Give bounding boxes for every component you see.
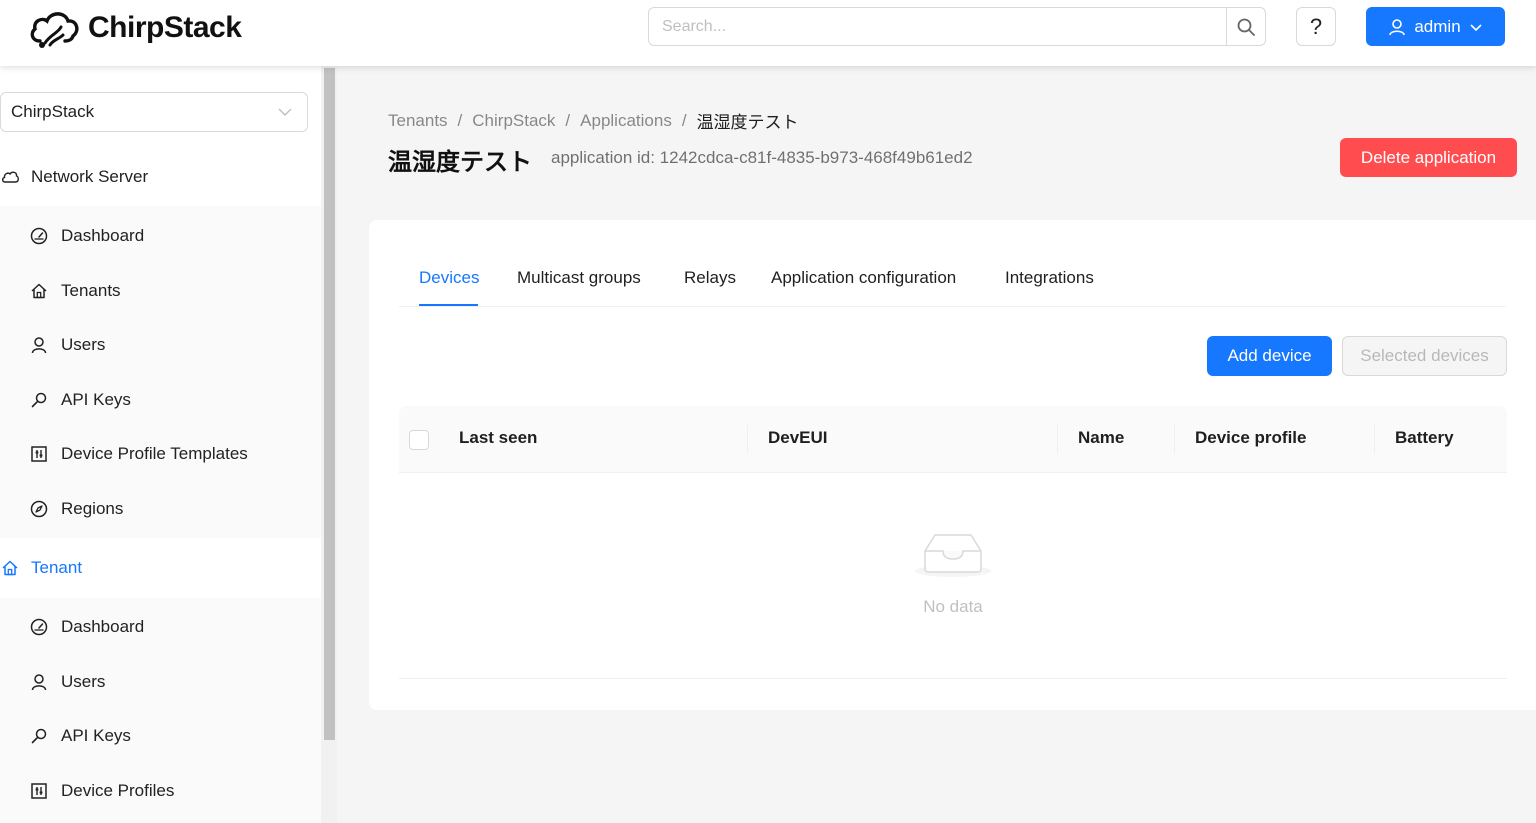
user-menu-button[interactable]: admin [1366,7,1505,46]
chevron-down-icon [1470,23,1482,31]
help-label: ? [1309,13,1323,39]
application-card: Devices Multicast groups Relays Applicat… [369,220,1536,710]
global-search [648,7,1266,46]
breadcrumb-tenants[interactable]: Tenants [388,111,448,131]
devices-table-empty: No data [399,473,1507,679]
sidebar: ChirpStack Network Server Dashboard Tena… [0,66,321,823]
cloud-icon [1,171,19,183]
help-button[interactable]: ? [1296,7,1336,46]
menu-group-label: Network Server [31,167,149,186]
user-icon [31,674,47,691]
breadcrumb-current: 温湿度テスト [696,113,799,132]
template-icon [31,446,47,462]
page-subtitle: application id: 1242cdca-c81f-4835-b973-… [551,148,973,167]
search-button[interactable] [1226,8,1265,45]
network-server-submenu: Dashboard Tenants Users API Keys Device … [0,206,321,538]
tenant-submenu: Dashboard Users API Keys Device Profiles [0,598,321,823]
column-header-last-seen[interactable]: Last seen [459,428,537,448]
selected-devices-button[interactable]: Selected devices [1342,336,1507,376]
menu-group-network-server[interactable]: Network Server [0,157,148,197]
breadcrumb-separator: / [681,110,687,130]
menu-group-tenant[interactable]: Tenant [0,548,82,588]
breadcrumb-applications[interactable]: Applications [580,111,672,131]
column-divider [747,425,748,454]
page-title: 温湿度テスト [388,149,532,176]
top-header: ChirpStack ? admin [0,0,1536,66]
sidebar-item-ns-regions[interactable]: Regions [28,494,123,524]
active-tab-indicator [419,304,478,306]
sidebar-item-tenant-users[interactable]: Users [28,667,105,697]
tenant-select[interactable]: ChirpStack [0,92,308,132]
compass-icon [30,500,48,518]
sidebar-item-tenant-dashboard[interactable]: Dashboard [28,612,144,642]
sidebar-item-label: API Keys [61,390,131,409]
home-icon [31,283,47,299]
key-icon [31,728,47,744]
search-icon [1237,18,1255,36]
sidebar-item-label: Dashboard [61,617,145,636]
template-icon [31,783,47,799]
user-icon [1389,18,1406,35]
home-icon [2,560,18,576]
sidebar-item-tenant-device-profiles[interactable]: Device Profiles [28,776,174,806]
search-input[interactable] [649,8,1226,45]
sidebar-item-ns-tenants[interactable]: Tenants [28,276,121,306]
column-header-name[interactable]: Name [1078,428,1124,448]
column-header-battery[interactable]: Battery [1395,428,1454,448]
empty-inbox-icon [915,534,991,577]
sidebar-item-label: Regions [61,499,124,518]
sidebar-item-ns-api-keys[interactable]: API Keys [28,385,131,415]
chevron-down-icon [278,108,292,116]
user-menu-label: admin [1414,16,1461,36]
delete-application-button[interactable]: Delete application [1340,138,1517,177]
tab-integrations[interactable]: Integrations [1005,268,1094,288]
user-icon [31,337,47,354]
empty-text: No data [923,597,983,616]
logo-text: ChirpStack [88,11,242,44]
main-content: Tenants / ChirpStack / Applications / 温湿… [337,66,1536,823]
breadcrumb-tenant[interactable]: ChirpStack [472,111,555,131]
column-header-device-profile[interactable]: Device profile [1195,428,1307,448]
sidebar-item-label: Users [61,672,106,691]
column-header-deveui[interactable]: DevEUI [768,428,828,448]
sidebar-item-label: Dashboard [61,226,145,245]
sidebar-item-label: API Keys [61,726,131,745]
select-all-checkbox[interactable] [409,430,429,450]
column-divider [1374,425,1375,454]
tab-relays[interactable]: Relays [684,268,736,288]
chirpstack-logo-icon [30,12,79,48]
breadcrumb-separator: / [565,110,571,130]
dashboard-icon [30,227,48,245]
menu-group-label: Tenant [31,558,83,577]
sidebar-item-ns-device-profile-templates[interactable]: Device Profile Templates [28,439,248,469]
sidebar-item-label: Device Profiles [61,781,175,800]
sidebar-item-tenant-api-keys[interactable]: API Keys [28,721,131,751]
sidebar-item-ns-dashboard[interactable]: Dashboard [28,221,144,251]
sidebar-item-label: Device Profile Templates [61,444,248,463]
column-divider [1174,425,1175,454]
tab-bar: Devices Multicast groups Relays Applicat… [399,254,1506,307]
tenant-select-value: ChirpStack [11,102,95,121]
sidebar-scrollbar-thumb[interactable] [324,68,335,740]
sidebar-item-label: Tenants [61,281,121,300]
sidebar-item-ns-users[interactable]: Users [28,330,105,360]
breadcrumb: Tenants / ChirpStack / Applications / 温湿… [388,108,799,133]
devices-table-header: Last seen DevEUI Name Device profile Bat… [399,406,1507,473]
key-icon [31,392,47,408]
add-device-button[interactable]: Add device [1207,336,1332,376]
chirpstack-logo[interactable]: ChirpStack [28,6,242,50]
sidebar-item-label: Users [61,335,106,354]
column-divider [1057,425,1058,454]
tab-multicast-groups[interactable]: Multicast groups [517,268,641,288]
breadcrumb-separator: / [457,110,463,130]
dashboard-icon [30,618,48,636]
tab-application-configuration[interactable]: Application configuration [771,268,956,288]
tab-devices[interactable]: Devices [419,268,479,288]
